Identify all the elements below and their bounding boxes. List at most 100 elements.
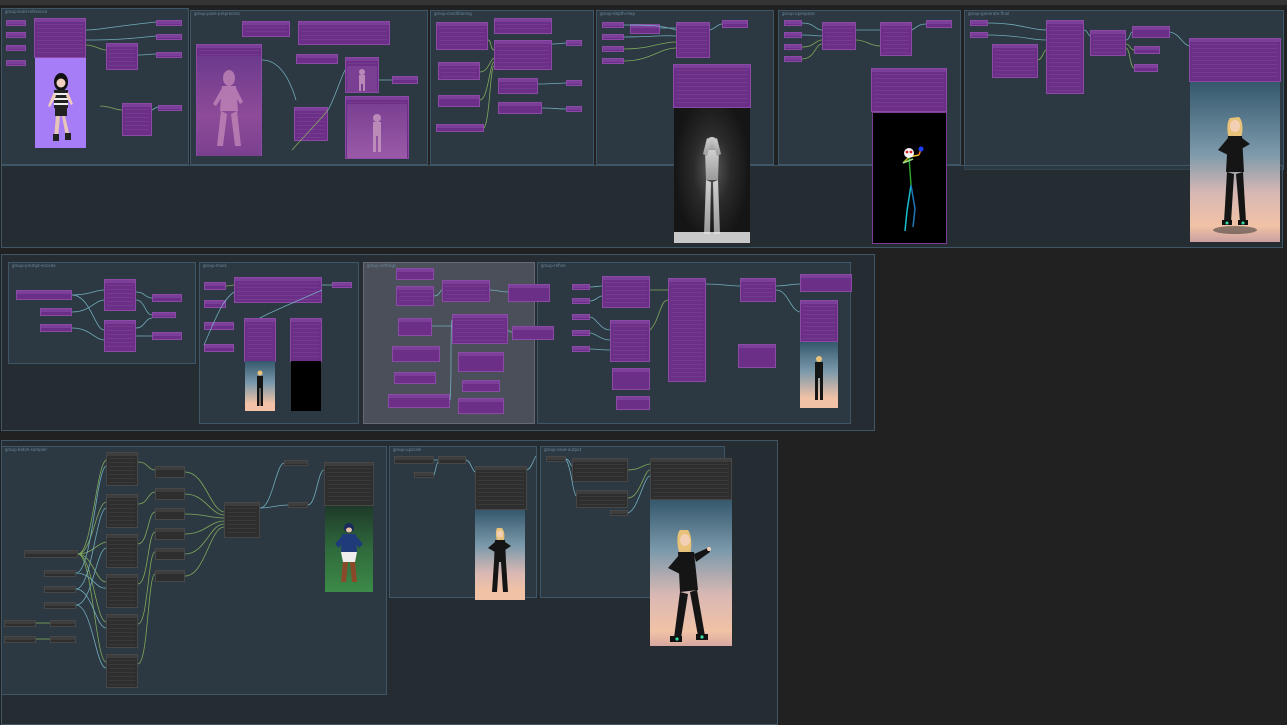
param-node[interactable]: [155, 488, 185, 500]
input-node[interactable]: [572, 346, 590, 352]
batch-node[interactable]: [106, 614, 138, 648]
input-node[interactable]: [572, 314, 590, 320]
batch-node[interactable]: [106, 452, 138, 486]
param-node[interactable]: [50, 620, 76, 627]
input-node[interactable]: [784, 32, 802, 38]
param-node[interactable]: [610, 510, 628, 516]
save-image-node[interactable]: [1189, 38, 1281, 82]
output-node[interactable]: [288, 502, 308, 508]
mask-node[interactable]: [290, 318, 322, 362]
param-node[interactable]: [576, 490, 628, 508]
setting-node[interactable]: [396, 268, 434, 280]
param-node[interactable]: [155, 508, 185, 520]
text-node[interactable]: [298, 21, 390, 45]
setting-node[interactable]: [452, 314, 508, 344]
input-node[interactable]: [6, 45, 26, 51]
output-node[interactable]: [152, 294, 182, 302]
param-node[interactable]: [204, 344, 234, 352]
setting-node[interactable]: [396, 286, 434, 306]
skeleton-preview-node[interactable]: [871, 68, 947, 112]
openpose-node[interactable]: [880, 22, 912, 56]
param-node[interactable]: [44, 570, 76, 577]
setting-node[interactable]: [508, 284, 550, 302]
sampler-node[interactable]: [1046, 20, 1084, 94]
setting-node[interactable]: [462, 380, 500, 392]
setting-node[interactable]: [442, 280, 490, 302]
output-node[interactable]: [722, 20, 748, 28]
setting-node[interactable]: [394, 372, 436, 384]
param-node[interactable]: [4, 620, 36, 627]
depth-node[interactable]: [676, 22, 710, 58]
input-node[interactable]: [784, 20, 802, 26]
param-node[interactable]: [44, 586, 76, 593]
depth-preview-node[interactable]: [673, 64, 751, 108]
loader-node[interactable]: [24, 550, 78, 558]
output-node[interactable]: [156, 34, 182, 40]
param-node[interactable]: [498, 78, 538, 94]
param-node[interactable]: [155, 466, 185, 478]
param-node[interactable]: [438, 456, 466, 464]
input-node[interactable]: [784, 44, 802, 50]
param-node[interactable]: [392, 76, 418, 84]
setting-node[interactable]: [512, 326, 554, 340]
text-node[interactable]: [40, 324, 72, 332]
text-node[interactable]: [234, 277, 322, 303]
param-node[interactable]: [612, 368, 650, 390]
ksampler-node[interactable]: [668, 278, 706, 382]
input-node[interactable]: [572, 330, 590, 336]
save-node[interactable]: [650, 458, 732, 500]
combine-node[interactable]: [224, 502, 260, 538]
openpose-node[interactable]: [822, 22, 856, 50]
output-node[interactable]: [566, 106, 582, 112]
output-node[interactable]: [800, 274, 852, 292]
batch-node[interactable]: [106, 534, 138, 568]
param-node[interactable]: [546, 456, 566, 462]
param-node[interactable]: [1134, 46, 1160, 54]
input-node[interactable]: [6, 32, 26, 38]
input-node[interactable]: [602, 22, 624, 28]
param-node[interactable]: [414, 472, 434, 478]
group-load-reference[interactable]: group-load-reference: [1, 8, 189, 165]
text-node[interactable]: [242, 21, 290, 37]
param-node[interactable]: [1134, 64, 1158, 72]
param-node[interactable]: [296, 54, 338, 64]
param-node[interactable]: [616, 396, 650, 410]
output-node[interactable]: [284, 460, 308, 466]
text-node[interactable]: [16, 290, 72, 300]
param-node[interactable]: [4, 636, 36, 643]
param-node[interactable]: [204, 322, 234, 330]
param-node[interactable]: [1132, 26, 1170, 38]
setting-node[interactable]: [392, 346, 440, 362]
upscale-node[interactable]: [475, 466, 527, 510]
preview-node[interactable]: [800, 300, 838, 342]
output-node[interactable]: [332, 282, 352, 288]
param-node[interactable]: [50, 636, 76, 643]
input-node[interactable]: [784, 56, 802, 62]
decode-node[interactable]: [1090, 30, 1126, 56]
input-node[interactable]: [970, 20, 988, 26]
output-node[interactable]: [926, 20, 952, 28]
param-node[interactable]: [155, 570, 185, 582]
model-node[interactable]: [602, 276, 650, 308]
batch-node[interactable]: [106, 654, 138, 688]
decode-node[interactable]: [740, 278, 776, 302]
process-node[interactable]: [106, 43, 138, 70]
text-node[interactable]: [40, 308, 72, 316]
setting-node[interactable]: [398, 318, 432, 336]
clip-encode-node[interactable]: [104, 320, 136, 352]
param-node[interactable]: [204, 300, 226, 308]
conditioning-node[interactable]: [494, 40, 552, 70]
model-node[interactable]: [992, 44, 1038, 78]
input-node[interactable]: [6, 60, 26, 66]
input-node[interactable]: [572, 284, 590, 290]
image-process-node[interactable]: [122, 103, 152, 136]
param-node[interactable]: [44, 602, 76, 609]
batch-node[interactable]: [106, 574, 138, 608]
param-node[interactable]: [436, 124, 484, 132]
input-node[interactable]: [572, 298, 590, 304]
clip-encode-node[interactable]: [104, 279, 136, 311]
param-node[interactable]: [738, 344, 776, 368]
clip-node[interactable]: [494, 18, 552, 34]
param-node[interactable]: [155, 548, 185, 560]
param-node[interactable]: [498, 102, 542, 114]
